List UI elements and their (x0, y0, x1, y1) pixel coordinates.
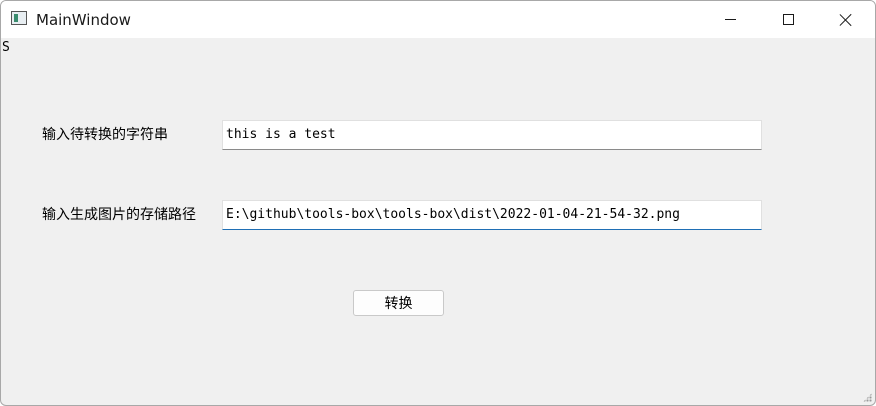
maximize-icon (782, 14, 794, 25)
path-input[interactable]: E:\github\tools-box\tools-box\dist\2022-… (222, 200, 762, 230)
main-window: MainWindow S 输入待转换的字符串 this is a test 输入… (0, 0, 876, 406)
string-input[interactable]: this is a test (222, 120, 762, 150)
maximize-button[interactable] (759, 1, 817, 38)
minimize-icon (724, 19, 736, 20)
path-input-label: 输入生成图片的存储路径 (42, 207, 196, 223)
stray-text: S (2, 40, 10, 55)
window-title: MainWindow (36, 11, 131, 29)
minimize-button[interactable] (701, 1, 759, 38)
app-window-icon (11, 11, 27, 25)
close-button[interactable] (817, 1, 875, 38)
close-icon (839, 13, 853, 27)
title-bar[interactable]: MainWindow (1, 1, 875, 38)
string-input-label: 输入待转换的字符串 (42, 127, 168, 143)
convert-button[interactable]: 转换 (353, 290, 444, 316)
resize-grip-icon[interactable] (863, 393, 872, 402)
